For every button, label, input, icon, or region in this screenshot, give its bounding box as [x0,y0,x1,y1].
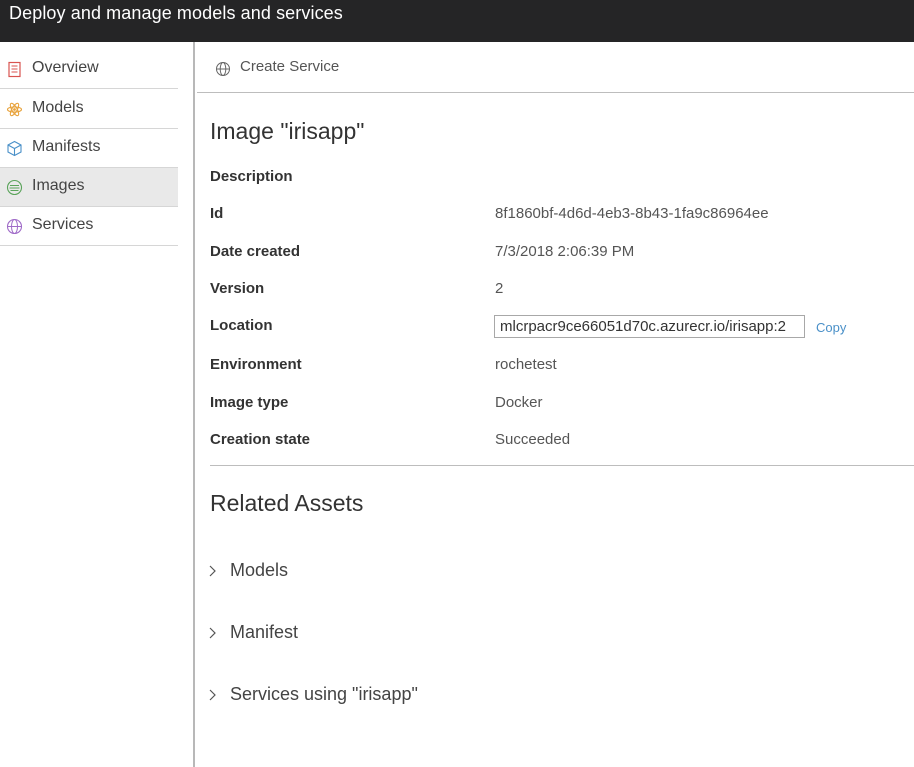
command-bar: Create Service [197,42,914,93]
sidebar-item-overview[interactable]: Overview [0,50,178,89]
app-title: Deploy and manage models and services [9,3,343,23]
id-value: 8f1860bf-4d6d-4eb3-8b43-1fa9c86964ee [495,205,769,222]
page-title: Image "irisapp" [210,118,365,144]
sidebar-item-label: Models [32,99,84,116]
environment-label: Environment [210,356,302,373]
section-divider [210,465,914,466]
chevron-right-icon [207,564,217,578]
create-service-label: Create Service [240,58,340,75]
expander-label: Models [230,560,289,580]
version-value: 2 [495,280,504,297]
overview-icon [6,61,23,78]
expander-label: Services using "irisapp" [230,684,418,704]
app-header: Deploy and manage models and services [0,0,914,42]
services-icon [6,218,23,235]
chevron-right-icon [207,626,217,640]
location-field[interactable] [494,315,805,338]
id-label: Id [210,205,224,222]
location-label: Location [210,317,273,334]
expander-label: Manifest [230,622,299,642]
copy-location-link[interactable]: Copy [816,320,846,335]
sidebar-item-label: Overview [32,59,99,76]
date-created-label: Date created [210,243,301,260]
creation-state-label: Creation state [210,431,311,448]
chevron-right-icon [207,688,217,702]
creation-state-value: Succeeded [495,431,571,448]
sidebar-item-label: Services [32,216,94,233]
sidebar-item-label: Manifests [32,138,101,155]
globe-icon [215,61,231,77]
sidebar-item-services[interactable]: Services [0,207,178,246]
sidebar-item-models[interactable]: Models [0,90,178,129]
manifests-icon [6,140,23,157]
description-label: Description [210,168,293,185]
main-content: Create Service Image "irisapp" Descripti… [197,42,914,767]
models-icon [6,101,23,118]
sidebar: Overview Models Manifests Images Service… [0,42,195,767]
version-label: Version [210,280,265,297]
related-assets-heading: Related Assets [210,490,364,516]
environment-value: rochetest [495,356,557,373]
date-created-value: 7/3/2018 2:06:39 PM [495,243,635,260]
sidebar-item-images[interactable]: Images [0,168,178,207]
image-type-label: Image type [210,394,289,411]
images-icon [6,179,23,196]
image-type-value: Docker [495,394,543,411]
sidebar-item-label: Images [32,177,85,194]
sidebar-item-manifests[interactable]: Manifests [0,129,178,168]
